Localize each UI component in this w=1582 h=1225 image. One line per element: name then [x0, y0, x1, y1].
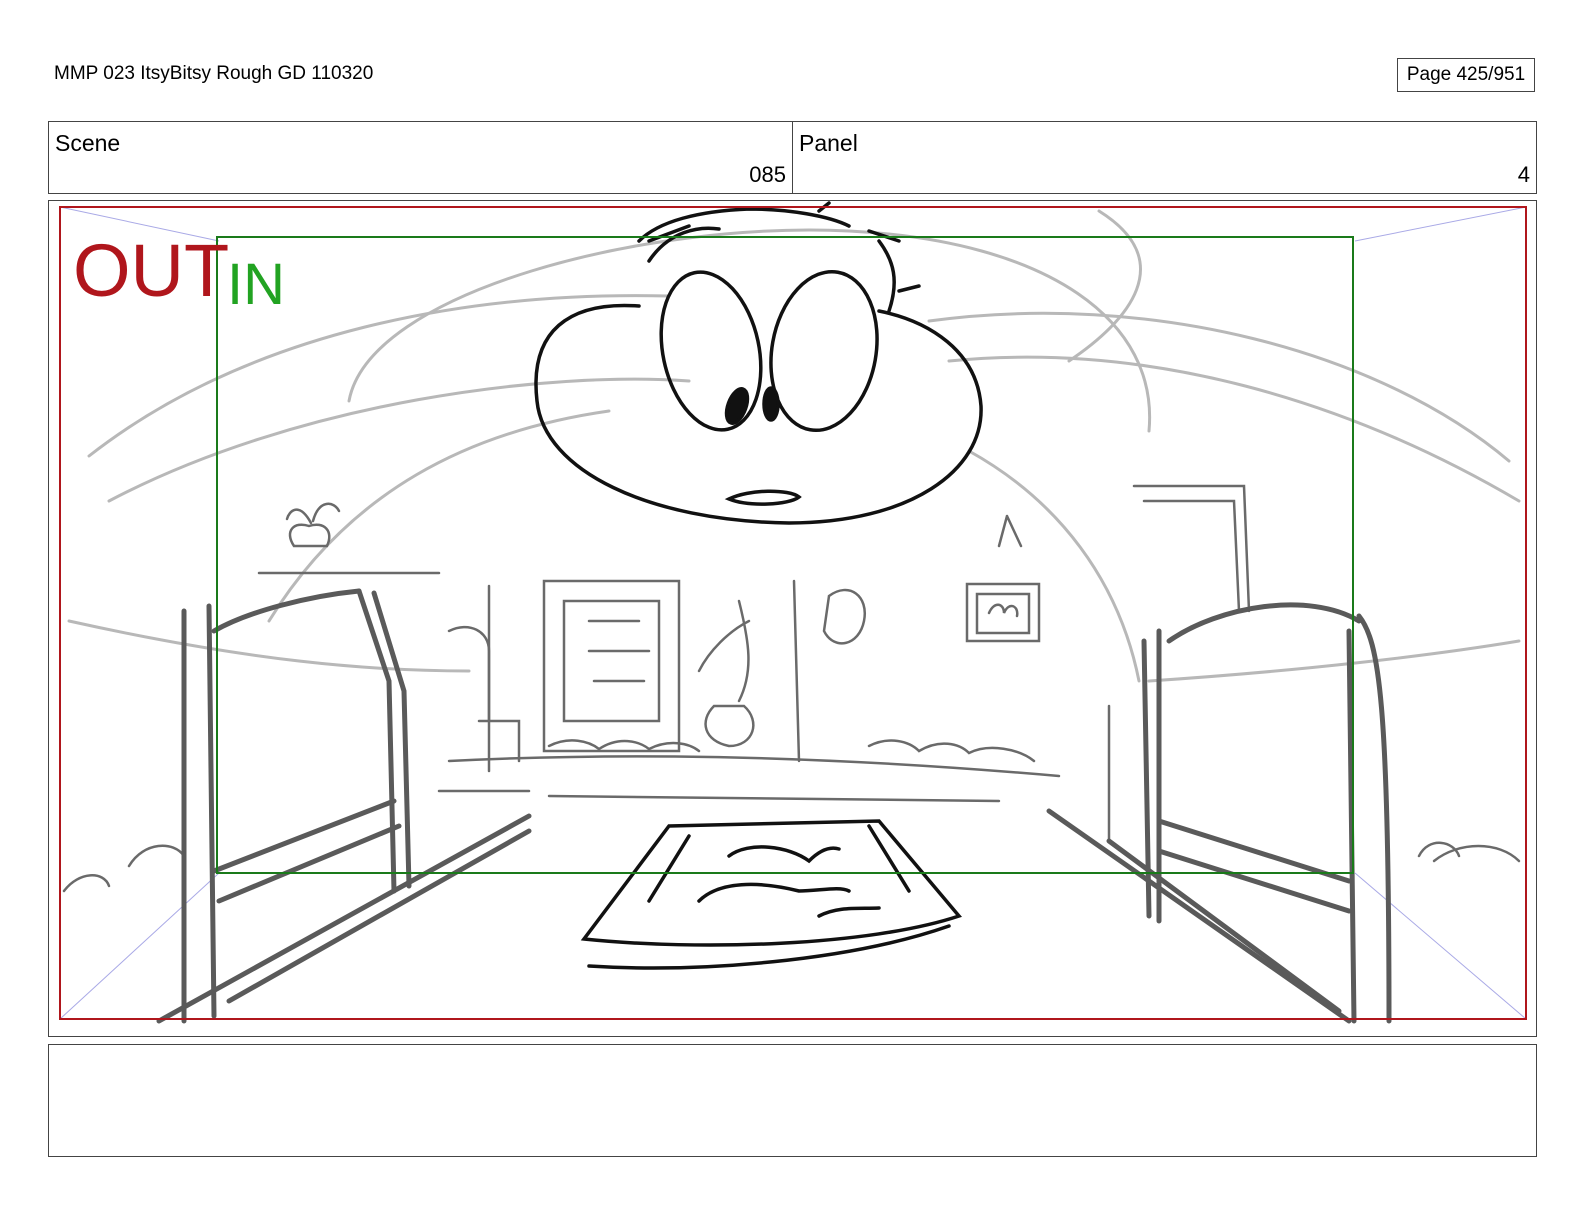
room-sketch [62, 484, 1521, 893]
storyboard-sketch: OUT IN [59, 201, 1527, 1024]
scene-number: 085 [749, 162, 786, 187]
panel-notes [48, 1044, 1537, 1157]
scene-label: Scene [55, 130, 121, 156]
beds-sketch [156, 588, 1392, 1024]
in-safe-frame [216, 236, 1354, 874]
scene-cell: Scene 085 [49, 122, 792, 193]
scene-panel-info: Scene 085 Panel 4 [48, 121, 1537, 194]
page-indicator: Page 425/951 [1397, 58, 1535, 92]
panel-cell: Panel 4 [792, 122, 1536, 193]
panel-label: Panel [799, 130, 858, 156]
in-label: IN [227, 252, 285, 317]
character-sketch [534, 201, 983, 970]
storyboard-panel: OUT IN [48, 200, 1537, 1037]
out-label: OUT [73, 229, 229, 312]
panel-number: 4 [1517, 162, 1530, 187]
document-title: MMP 023 ItsyBitsy Rough GD 110320 [54, 63, 374, 84]
